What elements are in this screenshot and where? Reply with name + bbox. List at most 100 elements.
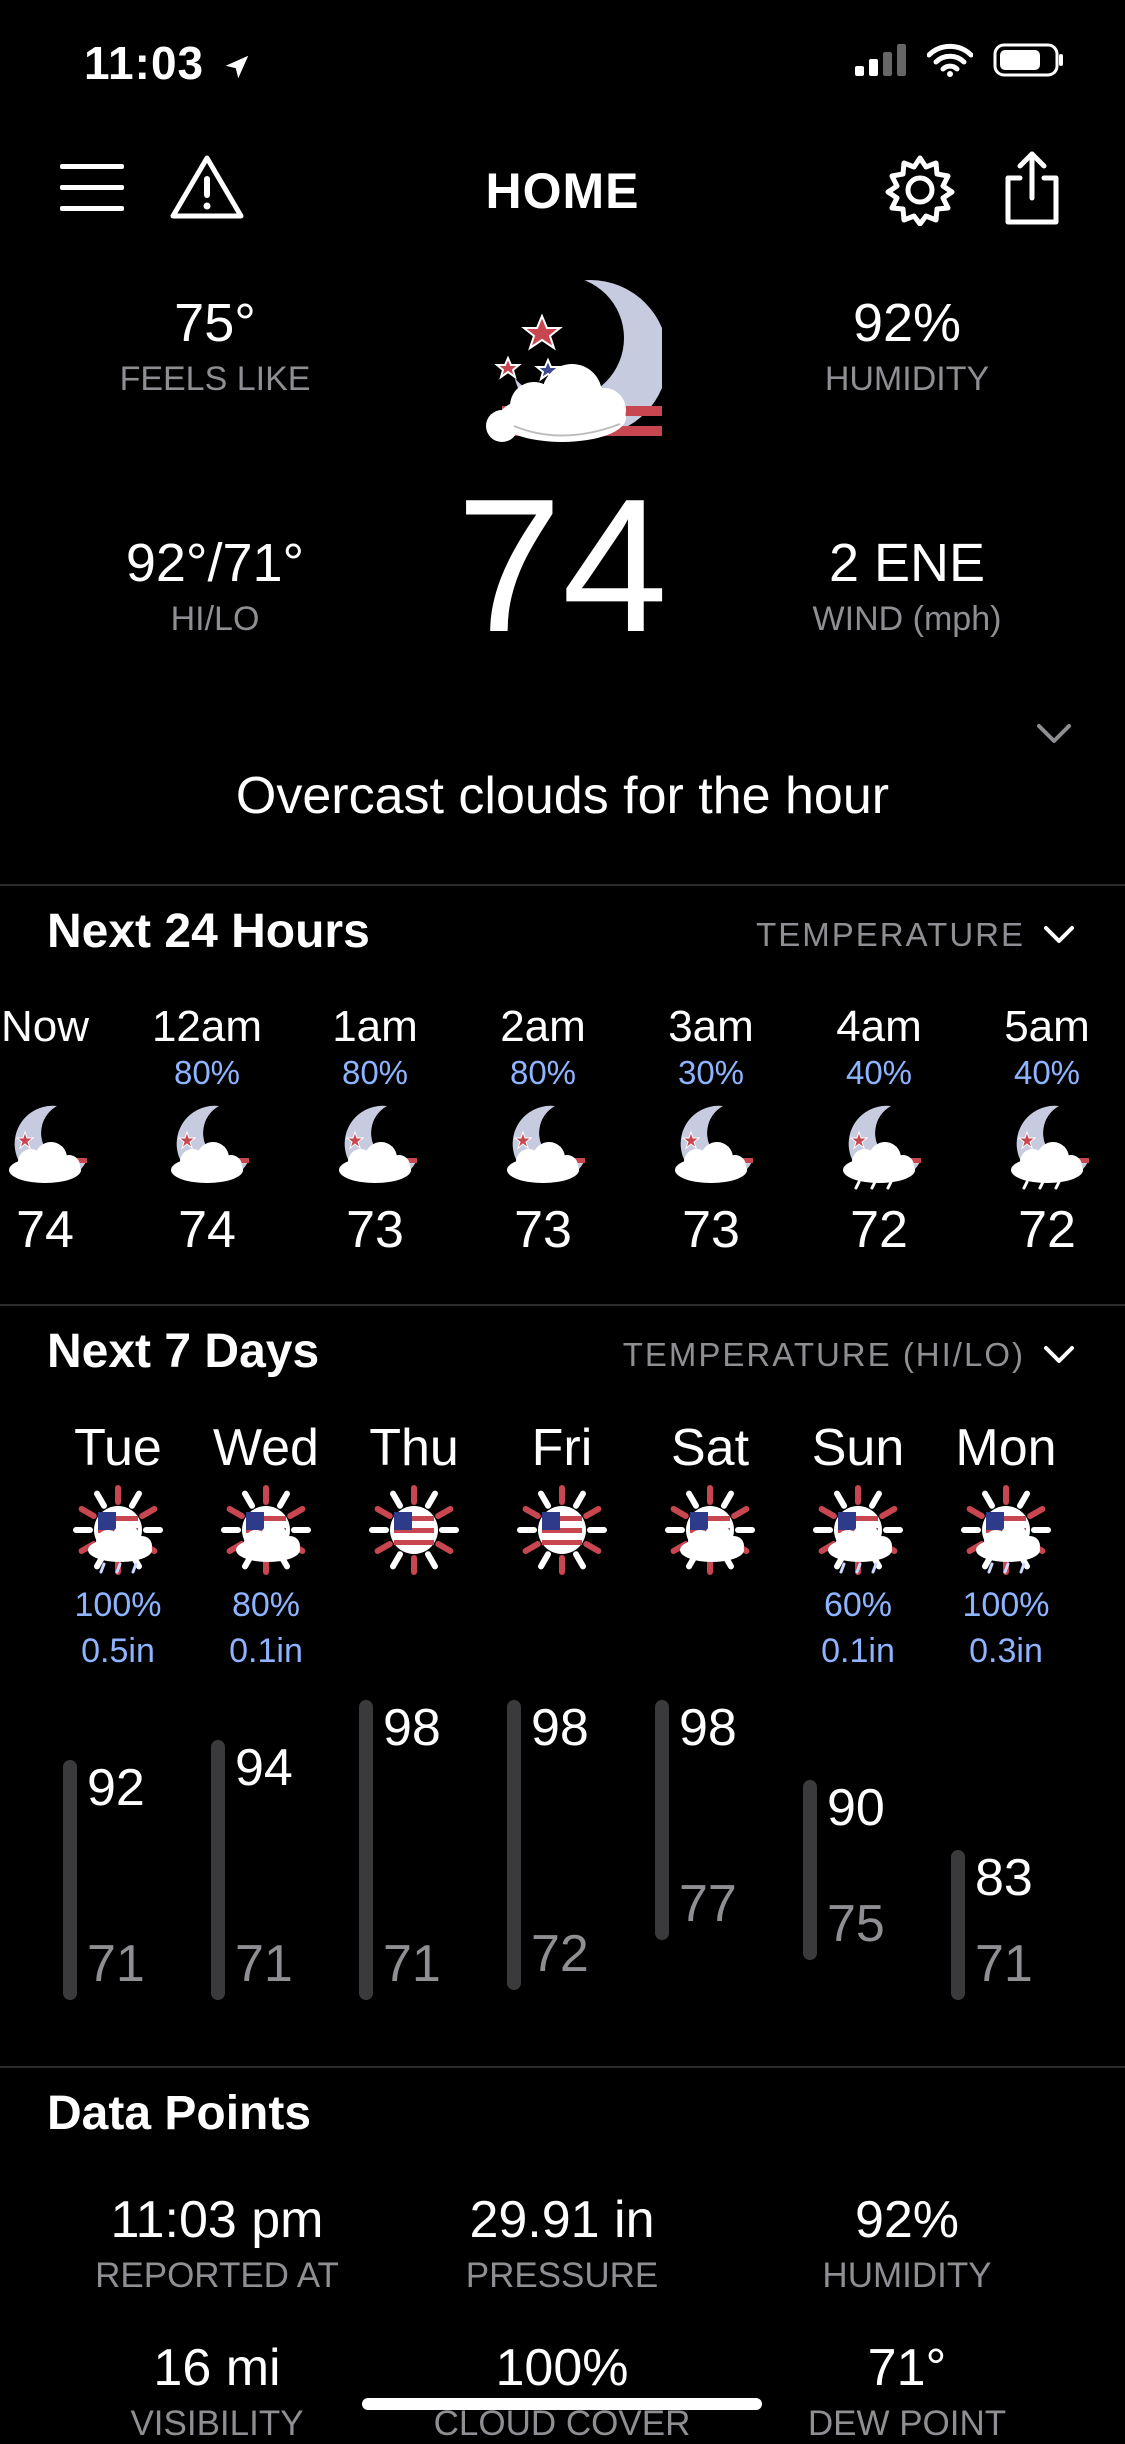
data-point-label: HUMIDITY <box>822 2256 992 2295</box>
humidity: 92% HUMIDITY <box>752 292 1062 399</box>
hilo-label: HI/LO <box>170 600 260 638</box>
feels-like-label: FEELS LIKE <box>119 360 311 398</box>
home-indicator[interactable] <box>362 2398 762 2410</box>
night-cloud-icon <box>675 1105 753 1183</box>
hourly-selector[interactable]: TEMPERATURE <box>756 916 1075 954</box>
day-name: Tue <box>74 1419 162 1477</box>
hour-item: 5am 40% 72 <box>962 1002 1125 1260</box>
daily-title: Next 7 Days <box>47 1325 320 1378</box>
hour-temp: 72 <box>1018 1201 1076 1259</box>
day-precip-amount: 0.1in <box>229 1632 303 1670</box>
night-cloud-icon <box>507 1105 585 1183</box>
day-name: Thu <box>369 1419 459 1477</box>
hour-item: Now 74 <box>0 1002 130 1260</box>
data-point-value: 100% <box>495 2339 629 2397</box>
hour-precip-chance: 30% <box>677 1054 745 1091</box>
feels-like: 75° FEELS LIKE <box>60 292 370 399</box>
data-point: 100% CLOUD COVER <box>392 2338 732 2444</box>
hourly-title: Next 24 Hours <box>47 905 370 958</box>
sun-cloud-icon <box>665 1485 755 1575</box>
hour-precip-chance <box>0 1054 130 1094</box>
summary-text: Overcast clouds for the hour <box>235 767 890 825</box>
day-name: Mon <box>955 1419 1057 1477</box>
daily-selector[interactable]: TEMPERATURE (HI/LO) <box>623 1336 1075 1374</box>
data-point-value: 71° <box>867 2339 947 2397</box>
night-cloud-icon <box>486 280 662 442</box>
day-low-temp: 72 <box>531 1925 589 1983</box>
day-precip-chance: 100% <box>74 1586 162 1624</box>
hour-temp: 73 <box>514 1201 572 1259</box>
day-item: Wed 80% 0.1in <box>191 1418 341 1674</box>
day-name: Sat <box>670 1419 750 1477</box>
wind-label: WIND (mph) <box>812 600 1002 638</box>
day-item: Mon 100% 0.3in <box>931 1418 1081 1674</box>
hour-item: 1am 80% 73 <box>290 1002 460 1260</box>
hourly-selector-label: TEMPERATURE <box>756 916 1025 953</box>
humidity-label: HUMIDITY <box>824 360 990 398</box>
day-precip-chance: 100% <box>962 1586 1050 1624</box>
day-low-temp: 71 <box>235 1935 293 1993</box>
day-precip-chance: 80% <box>231 1586 301 1624</box>
temp-range-bar <box>951 1850 965 2000</box>
data-point-value: 16 mi <box>153 2339 281 2397</box>
hour-time: 2am <box>500 1002 586 1051</box>
day-name: Fri <box>531 1419 593 1477</box>
day-item: Tue 100% 0.5in <box>43 1418 193 1674</box>
data-point-label: PRESSURE <box>465 2256 659 2295</box>
day-precip-amount: 0.5in <box>81 1632 155 1670</box>
data-points-title: Data Points <box>47 2087 312 2140</box>
sun-cloud-icon <box>221 1485 311 1575</box>
cellular-signal-icon <box>855 44 906 76</box>
hour-temp: 73 <box>682 1201 740 1259</box>
hour-item: 3am 30% 73 <box>626 1002 796 1260</box>
wind-value: 2 ENE <box>828 533 986 593</box>
day-name: Wed <box>213 1419 319 1477</box>
sun-rain-icon <box>813 1485 903 1575</box>
day-item: Thu <box>339 1418 489 1582</box>
feels-like-value: 75° <box>174 293 256 353</box>
night-cloud-icon <box>9 1105 88 1183</box>
chevron-down-icon[interactable] <box>1036 722 1072 746</box>
data-point-value: 29.91 in <box>469 2191 655 2249</box>
day-item: Sat <box>635 1418 785 1582</box>
sun-icon <box>369 1485 459 1575</box>
hour-time: 4am <box>836 1002 922 1051</box>
battery-icon <box>993 43 1063 77</box>
night-rain-icon <box>843 1105 921 1190</box>
data-point-label: CLOUD COVER <box>433 2404 691 2443</box>
temp-range-bar <box>359 1700 373 2000</box>
share-icon[interactable] <box>1002 150 1062 226</box>
day-name: Sun <box>811 1419 905 1477</box>
day-low-temp: 75 <box>827 1895 885 1953</box>
hour-temp: 73 <box>346 1201 404 1259</box>
hour-temp: 74 <box>178 1201 236 1259</box>
status-time: 11:03 <box>84 36 252 90</box>
night-cloud-icon <box>339 1105 417 1183</box>
hour-precip-chance: 80% <box>341 1054 409 1091</box>
temp-range-bar <box>803 1780 817 1960</box>
hour-temp: 74 <box>16 1201 74 1259</box>
data-point: 11:03 pm REPORTED AT <box>47 2190 387 2296</box>
data-point: 16 mi VISIBILITY <box>47 2338 387 2444</box>
status-icons <box>855 42 1065 78</box>
data-point-value: 92% <box>854 2191 960 2249</box>
hour-time: 12am <box>151 1002 263 1051</box>
day-high-temp: 92 <box>87 1759 145 1817</box>
divider <box>0 1304 1125 1306</box>
hour-precip-chance: 80% <box>173 1054 241 1091</box>
hour-item: 2am 80% 73 <box>458 1002 628 1260</box>
hour-item: 4am 40% 72 <box>794 1002 964 1260</box>
settings-gear-icon[interactable] <box>884 154 956 226</box>
wind: 2 ENE WIND (mph) <box>752 532 1062 639</box>
chevron-down-icon <box>1044 926 1074 943</box>
hour-time: 1am <box>332 1002 418 1051</box>
wifi-icon <box>927 43 973 77</box>
current-temperature: 74 <box>456 460 668 672</box>
sun-rain-icon <box>961 1485 1051 1575</box>
night-rain-icon <box>1011 1105 1089 1190</box>
day-high-temp: 98 <box>383 1699 441 1757</box>
data-point-label: DEW POINT <box>807 2404 1007 2443</box>
day-low-temp: 71 <box>383 1935 441 1993</box>
data-point: 29.91 in PRESSURE <box>392 2190 732 2296</box>
hour-item: 12am 80% 74 <box>122 1002 292 1260</box>
